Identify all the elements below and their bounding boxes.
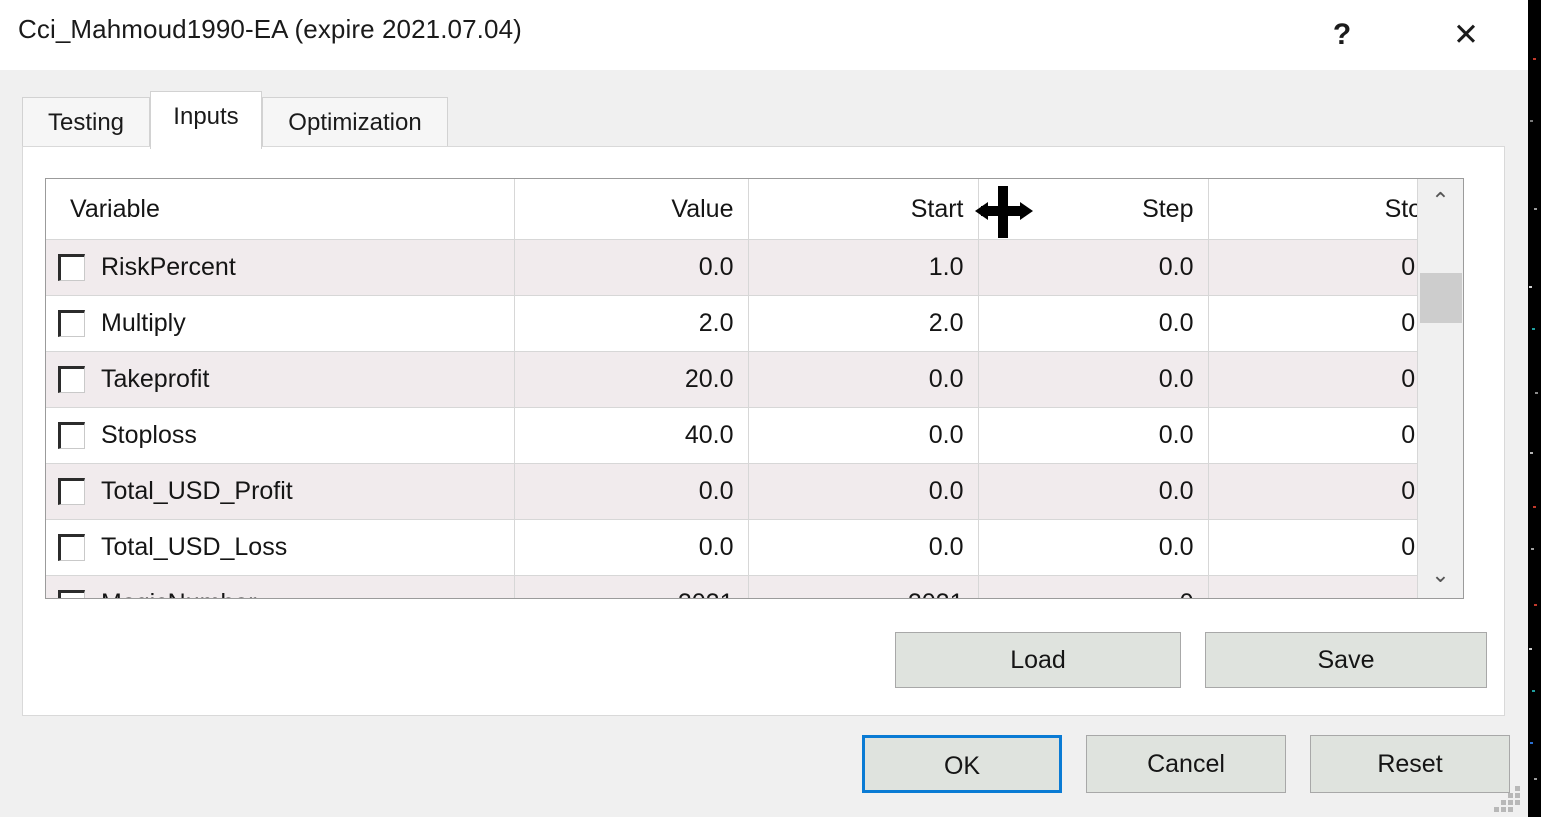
stop-cell[interactable]: 0.0: [1208, 296, 1450, 352]
variable-cell[interactable]: Takeprofit: [46, 352, 514, 408]
variable-name: Takeprofit: [101, 365, 209, 394]
tab-optimization-label: Optimization: [288, 109, 421, 136]
scroll-up-button[interactable]: ⌃: [1418, 179, 1463, 224]
tab-inputs-label: Inputs: [173, 103, 238, 130]
scroll-down-button[interactable]: ⌄: [1418, 553, 1463, 598]
row-checkbox[interactable]: [58, 590, 85, 599]
table-row[interactable]: Total_USD_Profit 0.0 0.0 0.0 0.0: [46, 464, 1450, 520]
value-cell[interactable]: 0.0: [514, 520, 748, 576]
variable-name: RiskPercent: [101, 253, 236, 282]
column-header-step[interactable]: Step: [978, 179, 1208, 240]
variable-cell[interactable]: MagicNumber: [46, 576, 514, 600]
load-button[interactable]: Load: [895, 632, 1181, 688]
tab-optimization[interactable]: Optimization: [262, 97, 448, 148]
step-cell[interactable]: 0: [978, 576, 1208, 600]
help-button[interactable]: ?: [1310, 0, 1374, 70]
variable-name: Total_USD_Loss: [101, 533, 287, 562]
table-header-row: Variable Value Start Step Stop: [46, 179, 1450, 240]
value-cell[interactable]: 2.0: [514, 296, 748, 352]
value-cell[interactable]: 20.0: [514, 352, 748, 408]
row-checkbox[interactable]: [58, 534, 85, 561]
column-header-stop[interactable]: Stop: [1208, 179, 1450, 240]
variable-cell[interactable]: Total_USD_Loss: [46, 520, 514, 576]
expert-properties-dialog: Cci_Mahmoud1990-EA (expire 2021.07.04) ?…: [0, 0, 1528, 817]
title-bar: Cci_Mahmoud1990-EA (expire 2021.07.04) ?…: [0, 0, 1528, 70]
tab-inputs[interactable]: Inputs: [150, 91, 262, 149]
start-cell[interactable]: 0.0: [748, 464, 978, 520]
start-cell[interactable]: 0.0: [748, 520, 978, 576]
resize-grip[interactable]: [1494, 786, 1520, 812]
column-header-value[interactable]: Value: [514, 179, 748, 240]
start-cell[interactable]: 2.0: [748, 296, 978, 352]
column-header-start[interactable]: Start: [748, 179, 978, 240]
tab-testing[interactable]: Testing: [22, 97, 150, 148]
step-cell[interactable]: 0.0: [978, 520, 1208, 576]
tab-testing-label: Testing: [48, 109, 124, 136]
value-cell[interactable]: 0.0: [514, 240, 748, 296]
variable-cell[interactable]: Multiply: [46, 296, 514, 352]
row-checkbox[interactable]: [58, 366, 85, 393]
table-row[interactable]: MagicNumber 2021 2021 0 0: [46, 576, 1450, 600]
variable-name: Total_USD_Profit: [101, 477, 293, 506]
parameters-table: Variable Value Start Step Stop RiskPerce…: [46, 179, 1450, 599]
stop-cell[interactable]: 0.0: [1208, 240, 1450, 296]
table-row[interactable]: Multiply 2.0 2.0 0.0 0.0: [46, 296, 1450, 352]
background-chart-strip: [1528, 0, 1541, 817]
chevron-down-icon: ⌄: [1418, 553, 1463, 598]
row-checkbox[interactable]: [58, 478, 85, 505]
step-cell[interactable]: 0.0: [978, 352, 1208, 408]
start-cell[interactable]: 0.0: [748, 352, 978, 408]
save-button[interactable]: Save: [1205, 632, 1487, 688]
stop-cell[interactable]: 0: [1208, 576, 1450, 600]
close-button[interactable]: ✕: [1434, 0, 1498, 70]
row-checkbox[interactable]: [58, 310, 85, 337]
chevron-up-icon: ⌃: [1418, 179, 1463, 224]
value-cell[interactable]: 0.0: [514, 464, 748, 520]
close-icon: ✕: [1434, 0, 1498, 70]
row-checkbox[interactable]: [58, 422, 85, 449]
parameters-table-container: Variable Value Start Step Stop RiskPerce…: [45, 178, 1464, 599]
scrollbar-thumb[interactable]: [1420, 273, 1462, 323]
question-mark-icon: ?: [1310, 0, 1374, 70]
step-cell[interactable]: 0.0: [978, 464, 1208, 520]
variable-cell[interactable]: RiskPercent: [46, 240, 514, 296]
table-vertical-scrollbar[interactable]: ⌃ ⌄: [1417, 179, 1463, 598]
stop-cell[interactable]: 0.0: [1208, 520, 1450, 576]
row-checkbox[interactable]: [58, 254, 85, 281]
value-cell[interactable]: 40.0: [514, 408, 748, 464]
table-row[interactable]: RiskPercent 0.0 1.0 0.0 0.0: [46, 240, 1450, 296]
variable-name: Stoploss: [101, 421, 197, 450]
table-row[interactable]: Total_USD_Loss 0.0 0.0 0.0 0.0: [46, 520, 1450, 576]
column-header-variable[interactable]: Variable: [46, 179, 514, 240]
table-row[interactable]: Takeprofit 20.0 0.0 0.0 0.0: [46, 352, 1450, 408]
reset-button[interactable]: Reset: [1310, 735, 1510, 793]
stop-cell[interactable]: 0.0: [1208, 408, 1450, 464]
variable-cell[interactable]: Stoploss: [46, 408, 514, 464]
tab-strip: Testing Inputs Optimization: [0, 70, 1528, 147]
step-cell[interactable]: 0.0: [978, 296, 1208, 352]
step-cell[interactable]: 0.0: [978, 240, 1208, 296]
stop-cell[interactable]: 0.0: [1208, 464, 1450, 520]
variable-name: MagicNumber: [101, 589, 257, 599]
start-cell[interactable]: 1.0: [748, 240, 978, 296]
cancel-button[interactable]: Cancel: [1086, 735, 1286, 793]
step-cell[interactable]: 0.0: [978, 408, 1208, 464]
window-title: Cci_Mahmoud1990-EA (expire 2021.07.04): [18, 14, 522, 45]
start-cell[interactable]: 0.0: [748, 408, 978, 464]
table-row[interactable]: Stoploss 40.0 0.0 0.0 0.0: [46, 408, 1450, 464]
variable-cell[interactable]: Total_USD_Profit: [46, 464, 514, 520]
stop-cell[interactable]: 0.0: [1208, 352, 1450, 408]
variable-name: Multiply: [101, 309, 186, 338]
start-cell[interactable]: 2021: [748, 576, 978, 600]
ok-button[interactable]: OK: [862, 735, 1062, 793]
inputs-tab-panel: Variable Value Start Step Stop RiskPerce…: [22, 146, 1505, 716]
value-cell[interactable]: 2021: [514, 576, 748, 600]
